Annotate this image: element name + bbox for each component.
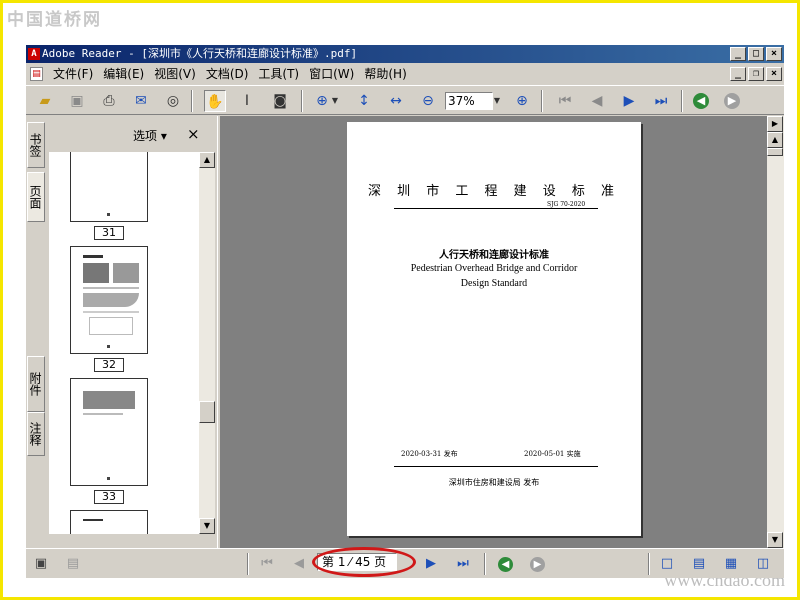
thumbnail-scrollbar[interactable]: ▲ ▼	[199, 152, 215, 534]
panel-header: 选项 ▾ ×	[47, 116, 217, 152]
go-forward-icon[interactable]: ▶	[530, 557, 545, 572]
menu-window[interactable]: 窗口(W)	[304, 64, 359, 84]
fit-page-icon[interactable]: ↕	[353, 90, 375, 112]
scroll-up-icon[interactable]: ▲	[199, 152, 215, 168]
document-scroll-thumb[interactable]	[767, 148, 783, 156]
pdf-page: 深 圳 市 工 程 建 设 标 准 SJG 70-2020 人行天桥和连廊设计标…	[347, 122, 641, 536]
close-panel-icon[interactable]: ×	[187, 125, 200, 143]
document-icon[interactable]: ▤	[30, 67, 43, 81]
close-window-button[interactable]: ×	[766, 47, 782, 61]
first-page-icon[interactable]: ⏮	[258, 555, 276, 573]
document-window-controls: _ ❐ ×	[730, 67, 782, 81]
menu-help[interactable]: 帮助(H)	[359, 64, 411, 84]
thumbnail-page-number: 33	[94, 490, 124, 504]
standard-heading: 深 圳 市 工 程 建 设 标 准	[367, 184, 621, 199]
title-chinese: 人行天桥和连廊设计标准	[439, 250, 549, 261]
minimize-button[interactable]: _	[730, 47, 746, 61]
last-page-icon[interactable]: ⏭	[650, 90, 672, 112]
status-bar: ▣ ▤ ⏮ ◀ 第 1 ⁄ 45 页 ▶ ⏭ ◀ ▶ □ ▤ ▦ ◫	[26, 547, 784, 578]
page-size-icon[interactable]: ▤	[64, 555, 82, 573]
tab-pages[interactable]: 页面	[27, 172, 45, 222]
menu-bar: ▤ 文件(F) 编辑(E) 视图(V) 文档(D) 工具(T) 窗口(W) 帮助…	[26, 64, 784, 84]
continuous-icon[interactable]: ▤	[690, 555, 708, 573]
zoom-level-input[interactable]: 37%	[445, 92, 493, 110]
scroll-down-icon[interactable]: ▼	[199, 518, 215, 534]
menu-view[interactable]: 视图(V)	[149, 64, 201, 84]
menu-edit[interactable]: 编辑(E)	[98, 64, 149, 84]
menu-tools[interactable]: 工具(T)	[253, 64, 304, 84]
effective-date: 2020-05-01 实施	[524, 450, 581, 458]
document-view[interactable]: 深 圳 市 工 程 建 设 标 准 SJG 70-2020 人行天桥和连廊设计标…	[221, 116, 767, 548]
hand-tool-icon[interactable]: ✋	[204, 90, 226, 112]
thumbnail-page-number: 32	[94, 358, 124, 372]
title-english-line2: Design Standard	[460, 278, 528, 289]
previous-page-icon[interactable]: ◀	[586, 90, 608, 112]
single-page-icon[interactable]: □	[658, 555, 676, 573]
last-page-icon[interactable]: ⏭	[454, 555, 472, 573]
fit-width-icon[interactable]: ↔	[385, 90, 407, 112]
watermark-top: 中国道桥网	[7, 10, 102, 30]
page-thumbnail[interactable]	[70, 378, 148, 486]
page-layout-icon[interactable]: ▣	[32, 555, 50, 573]
first-page-icon[interactable]: ⏮	[554, 90, 576, 112]
divider	[394, 208, 598, 209]
scroll-down-icon[interactable]: ▼	[767, 532, 783, 548]
page-thumbnail[interactable]	[70, 510, 148, 534]
navigation-tabs: 书签 页面 附件 注释	[26, 116, 46, 548]
window-title: Adobe Reader - [深圳市《人行天桥和连廊设计标准》.pdf]	[42, 47, 358, 60]
menu-document[interactable]: 文档(D)	[201, 64, 254, 84]
page-thumbnail[interactable]	[70, 152, 148, 222]
publisher: 深圳市住房和建设局 发布	[448, 478, 540, 487]
title-english-line1: Pedestrian Overhead Bridge and Corridor	[410, 263, 578, 274]
save-icon[interactable]: ▣	[66, 90, 88, 112]
title-bar: A Adobe Reader - [深圳市《人行天桥和连廊设计标准》.pdf] …	[26, 45, 784, 63]
doc-restore-button[interactable]: ❐	[748, 67, 764, 81]
divider	[394, 466, 598, 467]
email-icon[interactable]: ✉	[130, 90, 152, 112]
screenshot-frame: 中国道桥网 www.cndao.com A Adobe Reader - [深圳…	[0, 0, 800, 600]
facing-icon[interactable]: ◫	[754, 555, 772, 573]
issue-date: 2020-03-31 发布	[401, 450, 458, 458]
scroll-thumb[interactable]	[199, 401, 215, 423]
zoom-in-plus-icon[interactable]: ⊕	[511, 90, 533, 112]
open-folder-icon[interactable]: ▰	[34, 90, 56, 112]
options-menu[interactable]: 选项 ▾	[133, 127, 167, 144]
tab-attachments[interactable]: 附件	[27, 356, 45, 412]
standard-code: SJG 70-2020	[547, 201, 586, 208]
go-forward-icon[interactable]: ▶	[724, 93, 740, 109]
adobe-reader-window: A Adobe Reader - [深圳市《人行天桥和连廊设计标准》.pdf] …	[26, 45, 784, 578]
adobe-reader-icon: A	[28, 48, 40, 60]
snapshot-camera-icon[interactable]: ◙	[269, 90, 291, 112]
document-scrollbar[interactable]: ▶ ▲ ▼	[767, 116, 784, 548]
zoom-out-icon[interactable]: ⊖	[417, 90, 439, 112]
print-icon[interactable]: ⎙	[98, 90, 120, 112]
page-thumbnail[interactable]	[70, 246, 148, 354]
scroll-up-icon[interactable]: ▲	[767, 132, 783, 148]
go-back-icon[interactable]: ◀	[693, 93, 709, 109]
zoom-dropdown-icon[interactable]: ▼	[492, 90, 502, 112]
doc-minimize-button[interactable]: _	[730, 67, 746, 81]
previous-page-icon[interactable]: ◀	[290, 555, 308, 573]
next-page-icon[interactable]: ▶	[422, 555, 440, 573]
thumbnail-page-number: 31	[94, 226, 124, 240]
tab-comments[interactable]: 注释	[27, 412, 45, 456]
next-page-icon[interactable]: ▶	[618, 90, 640, 112]
page-up-icon[interactable]: ▶	[767, 116, 783, 132]
continuous-facing-icon[interactable]: ▦	[722, 555, 740, 573]
go-back-icon[interactable]: ◀	[498, 557, 513, 572]
zoom-menu-arrow-icon[interactable]: ▼	[330, 90, 340, 112]
select-text-icon[interactable]: I	[236, 90, 258, 112]
window-controls: _ □ ×	[730, 47, 782, 61]
thumbnail-list: 31 32 33	[49, 152, 199, 534]
main-toolbar: ▰ ▣ ⎙ ✉ ◎ ✋ I ◙ ⊕ ▼ ↕ ↔ ⊖ 37% ▼ ⊕ ⏮ ◀ ▶ …	[26, 85, 784, 115]
search-binoculars-icon[interactable]: ◎	[162, 90, 184, 112]
doc-close-button[interactable]: ×	[766, 67, 782, 81]
tab-bookmarks[interactable]: 书签	[27, 122, 45, 168]
menu-file[interactable]: 文件(F)	[48, 64, 98, 84]
highlight-circle	[312, 547, 416, 577]
pages-panel: 选项 ▾ × 31 32 33 ▲ ▼	[47, 116, 217, 548]
maximize-button[interactable]: □	[748, 47, 764, 61]
